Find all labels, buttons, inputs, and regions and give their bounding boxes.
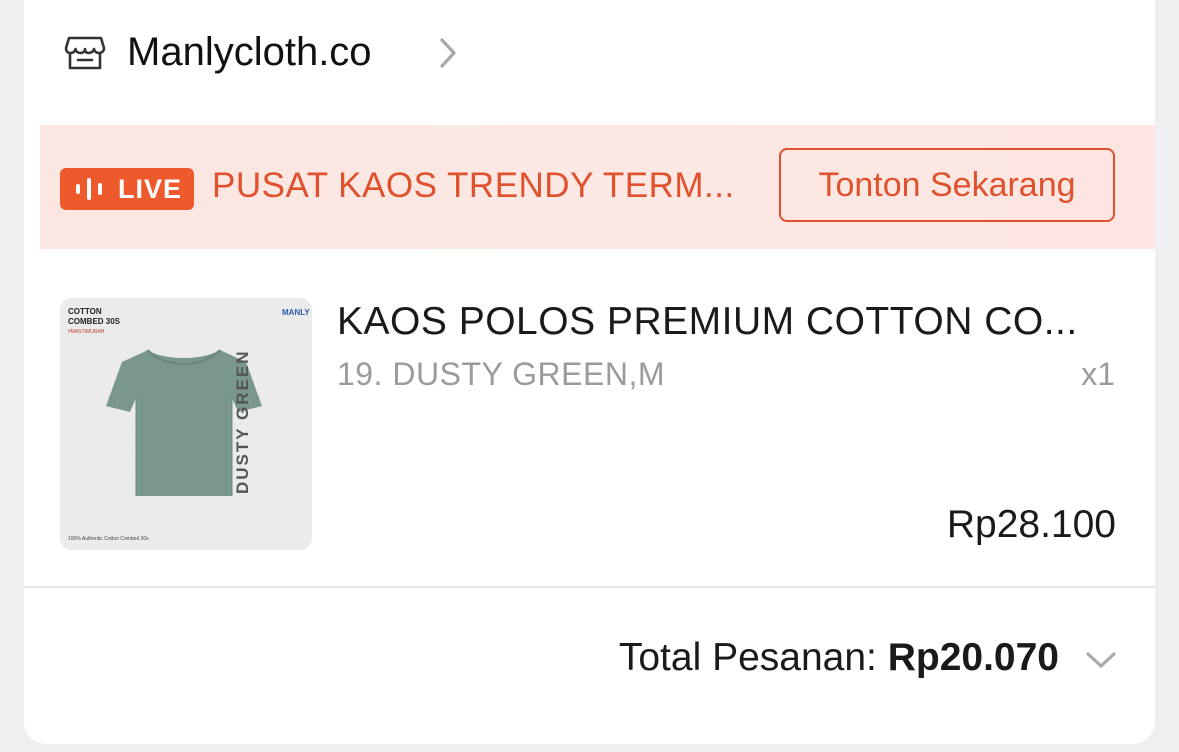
image-hashtag: #MASTIMURAH: [68, 329, 105, 335]
total-label: Total Pesanan:: [618, 636, 877, 679]
live-badge: LIVE: [60, 168, 194, 210]
order-card: Manlycloth.co LIVE PUSAT KAOS TRENDY TER…: [24, 0, 1155, 744]
chevron-down-icon[interactable]: [1084, 650, 1118, 670]
image-vertical-text: DUSTY GREEN: [233, 350, 252, 495]
product-variant: 19. DUSTY GREEN,M: [337, 356, 665, 392]
shop-name[interactable]: Manlycloth.co: [127, 28, 372, 76]
watch-now-button[interactable]: Tonton Sekarang: [779, 148, 1115, 222]
product-image[interactable]: COTTON COMBED 30S #MASTIMURAH MANLY DUST…: [60, 298, 312, 550]
product-price: Rp28.100: [946, 503, 1116, 546]
image-footer-text: 100% Authentic Cotton Combed 30s: [68, 536, 149, 542]
store-icon: [64, 36, 106, 70]
total-value: Rp20.070: [887, 636, 1059, 679]
chevron-right-icon[interactable]: [438, 36, 458, 70]
product-quantity: x1: [1081, 356, 1115, 392]
live-banner[interactable]: LIVE PUSAT KAOS TRENDY TERM... Tonton Se…: [40, 125, 1155, 249]
live-bars-icon: [76, 178, 102, 200]
product-name[interactable]: KAOS POLOS PREMIUM COTTON CO...: [337, 298, 1117, 346]
image-label-combed: COMBED 30S: [68, 317, 121, 326]
image-label-cotton: COTTON: [68, 307, 102, 316]
divider: [24, 586, 1155, 588]
image-brand-logo: MANLY: [282, 308, 310, 317]
live-stream-title[interactable]: PUSAT KAOS TRENDY TERM...: [212, 164, 735, 208]
order-total: Total Pesanan: Rp20.070: [619, 634, 1059, 682]
live-badge-label: LIVE: [118, 174, 183, 204]
product-thumbnail: COTTON COMBED 30S #MASTIMURAH MANLY DUST…: [60, 298, 312, 550]
shop-header[interactable]: Manlycloth.co: [24, 0, 1155, 105]
